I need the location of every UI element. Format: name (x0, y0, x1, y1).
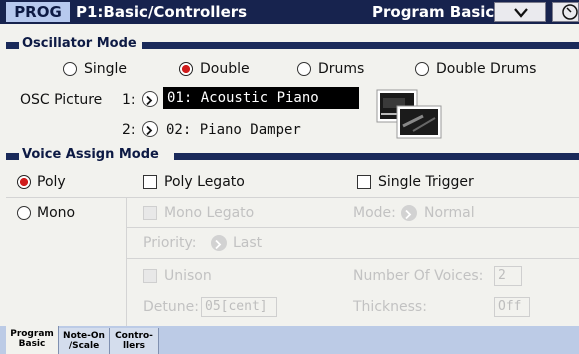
radio-single-label: Single (84, 61, 128, 77)
tab-note-on-scale-line1: Note-On (63, 331, 105, 341)
radio-single[interactable] (63, 62, 77, 76)
radio-poly-label: Poly (37, 174, 66, 190)
number-of-voices-field[interactable]: 2 (494, 266, 522, 286)
radio-poly[interactable] (17, 175, 31, 189)
tab-controllers-line2: llers (122, 341, 146, 351)
osc-picture-label: OSC Picture (20, 92, 103, 108)
utility-icon (562, 4, 578, 20)
detune-label: Detune: (143, 299, 199, 315)
chevron-right-icon (146, 125, 153, 136)
radio-drums[interactable] (297, 62, 311, 76)
poly-legato-checkbox[interactable] (143, 175, 157, 189)
radio-double[interactable] (179, 62, 193, 76)
tab-controllers-line1: Contro- (115, 331, 153, 341)
chevron-right-icon (146, 95, 153, 106)
osc2-multisample-field[interactable]: 02: Piano Damper (166, 121, 301, 139)
thickness-label: Thickness: (353, 299, 427, 315)
voice-assign-mode-header: Voice Assign Mode (6, 147, 579, 163)
osc2-index-label: 2: (122, 122, 136, 138)
mode-value[interactable]: Normal (424, 204, 475, 222)
osc1-select-button[interactable] (142, 91, 158, 107)
osc-picture-image (373, 86, 443, 140)
mono-legato-label: Mono Legato (164, 205, 255, 221)
tab-program-basic[interactable]: Program Basic (6, 326, 59, 354)
tab-program-basic-line1: Program (10, 329, 54, 339)
number-of-voices-label: Number Of Voices: (353, 268, 484, 284)
mono-legato-checkbox[interactable] (143, 206, 157, 220)
single-trigger-checkbox[interactable] (357, 175, 371, 189)
radio-double-drums-label: Double Drums (436, 61, 537, 77)
osc1-multisample-field[interactable]: 01: Acoustic Piano (163, 87, 359, 109)
radio-mono[interactable] (17, 206, 31, 220)
divider (126, 227, 579, 228)
tab-note-on-scale-line2: /Scale (68, 341, 100, 351)
radio-mono-label: Mono (37, 205, 76, 221)
divider (126, 197, 127, 326)
detune-field[interactable]: 05[cent] (201, 297, 277, 317)
tab-note-on-scale[interactable]: Note-On /Scale (59, 328, 110, 354)
utility-button[interactable] (552, 2, 579, 22)
radio-double-label: Double (200, 61, 250, 77)
oscillator-mode-title: Oscillator Mode (20, 36, 139, 52)
voice-assign-mode-title: Voice Assign Mode (20, 147, 161, 163)
page-title: P1:Basic/Controllers (76, 3, 248, 21)
unison-label: Unison (164, 268, 212, 284)
chevron-right-icon (405, 209, 412, 220)
thickness-field[interactable]: Off (494, 297, 530, 317)
unison-checkbox[interactable] (143, 269, 157, 283)
radio-drums-label: Drums (318, 61, 365, 77)
page-menu-button[interactable] (494, 2, 546, 22)
mode-select-button[interactable] (401, 205, 417, 221)
priority-value[interactable]: Last (233, 234, 262, 252)
poly-legato-label: Poly Legato (164, 174, 245, 190)
page-name: Program Basic (372, 3, 495, 21)
single-trigger-label: Single Trigger (378, 174, 474, 190)
tab-controllers[interactable]: Contro- llers (110, 328, 159, 354)
chevron-right-icon (215, 239, 222, 250)
radio-double-drums[interactable] (415, 62, 429, 76)
mode-label: PROG (6, 2, 70, 22)
osc2-select-button[interactable] (142, 121, 158, 137)
mode-label: Mode: (353, 205, 396, 221)
divider (6, 197, 579, 198)
priority-select-button[interactable] (211, 235, 227, 251)
priority-label: Priority: (143, 235, 197, 251)
tab-program-basic-line2: Basic (18, 339, 46, 349)
divider (126, 258, 579, 259)
oscillator-mode-header: Oscillator Mode (6, 36, 579, 52)
chevron-down-icon (514, 8, 528, 18)
osc1-index-label: 1: (122, 92, 136, 108)
